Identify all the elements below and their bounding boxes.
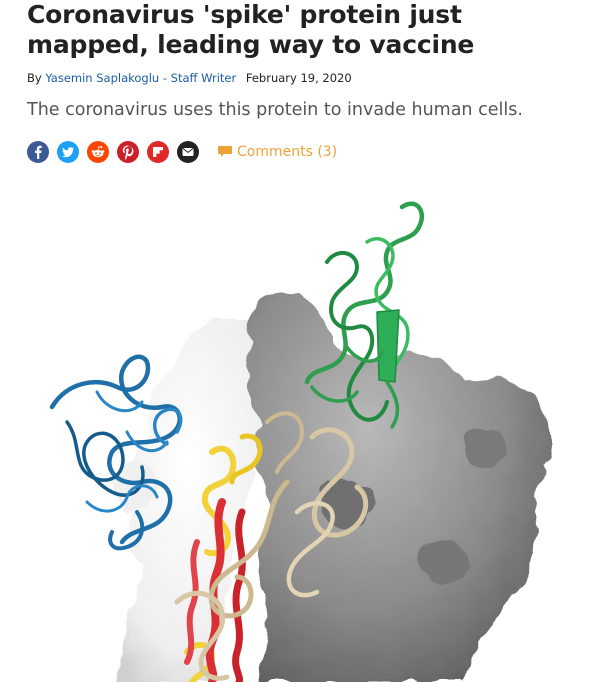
share-flipboard-button[interactable]: [147, 141, 169, 163]
author-link[interactable]: Yasemin Saplakoglu - Staff Writer: [45, 71, 236, 85]
byline: By Yasemin Saplakoglu - Staff Writer Feb…: [27, 70, 352, 86]
share-bar: Comments (3): [27, 141, 337, 163]
article-headline: Coronavirus 'spike' protein just mapped,…: [27, 0, 475, 59]
article-hero-image: [27, 182, 587, 682]
gray-surface-domain: [246, 292, 550, 682]
email-icon: [182, 148, 194, 156]
spike-protein-illustration: [49, 201, 550, 682]
comments-label: Comments (3): [237, 144, 338, 160]
share-reddit-button[interactable]: [87, 141, 109, 163]
share-email-button[interactable]: [177, 141, 199, 163]
article-page: Coronavirus 'spike' protein just mapped,…: [0, 0, 602, 682]
facebook-icon: [35, 145, 42, 159]
article-subhead: The coronavirus uses this protein to inv…: [27, 100, 523, 120]
comment-bubble-icon: [218, 146, 232, 157]
twitter-icon: [62, 147, 74, 158]
publish-date: February 19, 2020: [245, 71, 352, 85]
reddit-icon: [91, 146, 105, 158]
flipboard-icon: [153, 147, 163, 157]
share-twitter-button[interactable]: [57, 141, 79, 163]
pinterest-icon: [122, 145, 134, 160]
comments-link[interactable]: Comments (3): [217, 144, 337, 160]
share-facebook-button[interactable]: [27, 141, 49, 163]
share-pinterest-button[interactable]: [117, 141, 139, 163]
byline-prefix: By: [27, 71, 42, 85]
